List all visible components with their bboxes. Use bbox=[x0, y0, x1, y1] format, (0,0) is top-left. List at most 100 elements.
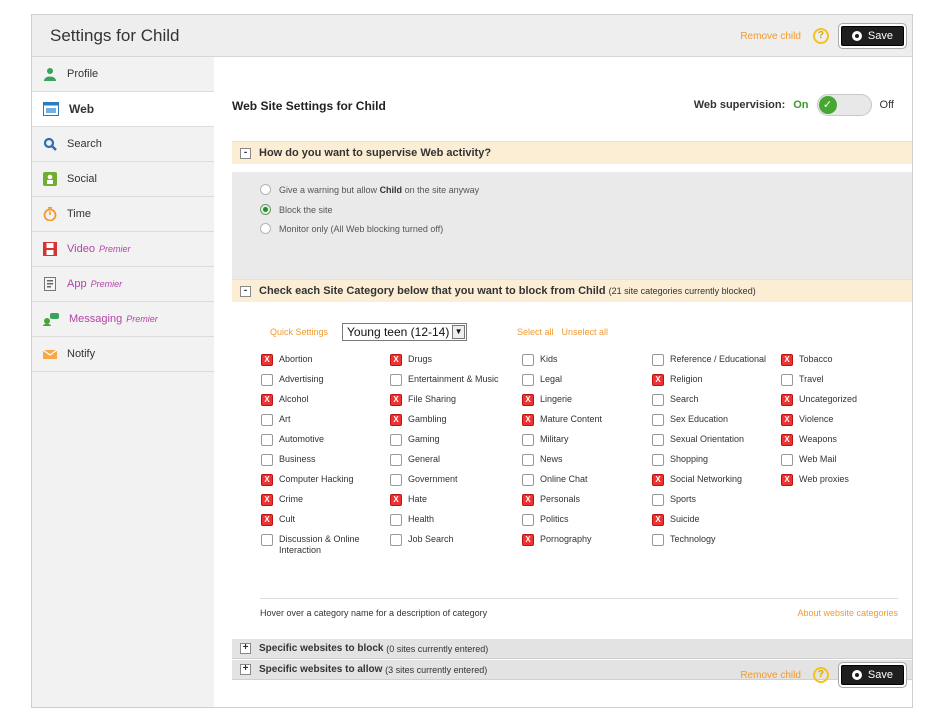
category-item[interactable]: Legal bbox=[522, 374, 647, 386]
category-item[interactable]: X Web proxies bbox=[781, 474, 906, 486]
category-item[interactable]: Sexual Orientation bbox=[652, 434, 777, 446]
category-item[interactable]: News bbox=[522, 454, 647, 466]
category-item[interactable]: X Hate bbox=[390, 494, 515, 506]
checkbox-checked[interactable]: X bbox=[781, 414, 793, 426]
checkbox-checked[interactable]: X bbox=[261, 514, 273, 526]
category-item[interactable]: X Pornography bbox=[522, 534, 647, 546]
category-item[interactable]: Technology bbox=[652, 534, 777, 546]
select-all-link[interactable]: Select all bbox=[517, 327, 554, 337]
collapse-icon[interactable]: - bbox=[240, 285, 251, 297]
checkbox-checked[interactable]: X bbox=[390, 394, 402, 406]
category-item[interactable]: X File Sharing bbox=[390, 394, 515, 406]
sidebar-item-video[interactable]: Video Premier bbox=[32, 232, 214, 267]
checkbox[interactable] bbox=[781, 374, 793, 386]
category-item[interactable]: X Drugs bbox=[390, 354, 515, 366]
sidebar-item-messaging[interactable]: Messaging Premier bbox=[32, 302, 214, 337]
radio-button-selected[interactable] bbox=[260, 204, 271, 215]
supervise-section-header[interactable]: - How do you want to supervise Web activ… bbox=[232, 141, 912, 164]
checkbox-checked[interactable]: X bbox=[522, 394, 534, 406]
checkbox[interactable] bbox=[261, 534, 273, 546]
checkbox[interactable] bbox=[390, 454, 402, 466]
checkbox[interactable] bbox=[652, 354, 664, 366]
sidebar-item-notify[interactable]: Notify bbox=[32, 337, 214, 372]
collapse-icon[interactable]: - bbox=[240, 147, 251, 159]
checkbox[interactable] bbox=[390, 534, 402, 546]
checkbox[interactable] bbox=[522, 434, 534, 446]
category-item[interactable]: Kids bbox=[522, 354, 647, 366]
category-item[interactable]: X Cult bbox=[261, 514, 386, 526]
category-item[interactable]: Online Chat bbox=[522, 474, 647, 486]
category-item[interactable]: Art bbox=[261, 414, 386, 426]
help-icon[interactable]: ? bbox=[812, 667, 829, 683]
expand-icon[interactable]: + bbox=[240, 664, 251, 675]
checkbox[interactable] bbox=[781, 454, 793, 466]
category-item[interactable]: X Religion bbox=[652, 374, 777, 386]
sidebar-item-time[interactable]: Time bbox=[32, 197, 214, 232]
checkbox[interactable] bbox=[390, 434, 402, 446]
help-icon[interactable]: ? bbox=[812, 28, 829, 44]
category-item[interactable]: Business bbox=[261, 454, 386, 466]
sidebar-item-profile[interactable]: Profile bbox=[32, 57, 214, 92]
sidebar-item-social[interactable]: Social bbox=[32, 162, 214, 197]
checkbox[interactable] bbox=[522, 354, 534, 366]
radio-button[interactable] bbox=[260, 223, 271, 234]
checkbox-checked[interactable]: X bbox=[522, 534, 534, 546]
category-item[interactable]: Discussion & Online Interaction bbox=[261, 534, 386, 556]
checkbox[interactable] bbox=[522, 514, 534, 526]
radio-button[interactable] bbox=[260, 184, 271, 195]
sidebar-item-app[interactable]: App Premier bbox=[32, 267, 214, 302]
checkbox-checked[interactable]: X bbox=[390, 354, 402, 366]
checkbox[interactable] bbox=[522, 474, 534, 486]
checkbox[interactable] bbox=[652, 434, 664, 446]
checkbox-checked[interactable]: X bbox=[522, 414, 534, 426]
specific-block-header[interactable]: + Specific websites to block (0 sites cu… bbox=[232, 639, 912, 659]
checkbox-checked[interactable]: X bbox=[261, 394, 273, 406]
category-item[interactable]: Sports bbox=[652, 494, 777, 506]
about-categories-link[interactable]: About website categories bbox=[797, 608, 898, 618]
quick-settings-select[interactable]: Young teen (12-14) ▼ bbox=[342, 323, 468, 341]
checkbox[interactable] bbox=[522, 454, 534, 466]
category-item[interactable]: Entertainment & Music bbox=[390, 374, 515, 386]
save-button[interactable]: Save bbox=[840, 665, 904, 685]
category-item[interactable]: Shopping bbox=[652, 454, 777, 466]
checkbox-checked[interactable]: X bbox=[781, 434, 793, 446]
category-item[interactable]: Government bbox=[390, 474, 515, 486]
checkbox-checked[interactable]: X bbox=[652, 374, 664, 386]
checkbox[interactable] bbox=[261, 374, 273, 386]
checkbox-checked[interactable]: X bbox=[652, 514, 664, 526]
category-item[interactable]: X Crime bbox=[261, 494, 386, 506]
category-item[interactable]: Health bbox=[390, 514, 515, 526]
sidebar-item-web[interactable]: Web bbox=[32, 92, 214, 127]
remove-child-link[interactable]: Remove child bbox=[740, 31, 801, 42]
checkbox[interactable] bbox=[390, 374, 402, 386]
category-item[interactable]: Search bbox=[652, 394, 777, 406]
checkbox-checked[interactable]: X bbox=[781, 474, 793, 486]
category-item[interactable]: Automotive bbox=[261, 434, 386, 446]
category-item[interactable]: X Computer Hacking bbox=[261, 474, 386, 486]
remove-child-link[interactable]: Remove child bbox=[740, 670, 801, 681]
checkbox[interactable] bbox=[261, 434, 273, 446]
category-item[interactable]: X Abortion bbox=[261, 354, 386, 366]
checkbox-checked[interactable]: X bbox=[781, 394, 793, 406]
category-item[interactable]: X Violence bbox=[781, 414, 906, 426]
checkbox-checked[interactable]: X bbox=[390, 494, 402, 506]
checkbox[interactable] bbox=[652, 414, 664, 426]
checkbox[interactable] bbox=[261, 454, 273, 466]
checkbox[interactable] bbox=[652, 534, 664, 546]
sidebar-item-search[interactable]: Search bbox=[32, 127, 214, 162]
category-item[interactable]: Job Search bbox=[390, 534, 515, 546]
radio-option-warn[interactable]: Give a warning but allow Child on the si… bbox=[260, 184, 479, 195]
category-item[interactable]: Web Mail bbox=[781, 454, 906, 466]
checkbox[interactable] bbox=[261, 414, 273, 426]
category-item[interactable]: X Tobacco bbox=[781, 354, 906, 366]
unselect-all-link[interactable]: Unselect all bbox=[562, 327, 609, 337]
category-item[interactable]: X Personals bbox=[522, 494, 647, 506]
category-item[interactable]: X Lingerie bbox=[522, 394, 647, 406]
checkbox-checked[interactable]: X bbox=[781, 354, 793, 366]
checkbox-checked[interactable]: X bbox=[261, 354, 273, 366]
radio-option-block[interactable]: Block the site bbox=[260, 204, 333, 215]
category-item[interactable]: Politics bbox=[522, 514, 647, 526]
category-item[interactable]: Reference / Educational bbox=[652, 354, 777, 366]
category-item[interactable]: Gaming bbox=[390, 434, 515, 446]
expand-icon[interactable]: + bbox=[240, 643, 251, 654]
